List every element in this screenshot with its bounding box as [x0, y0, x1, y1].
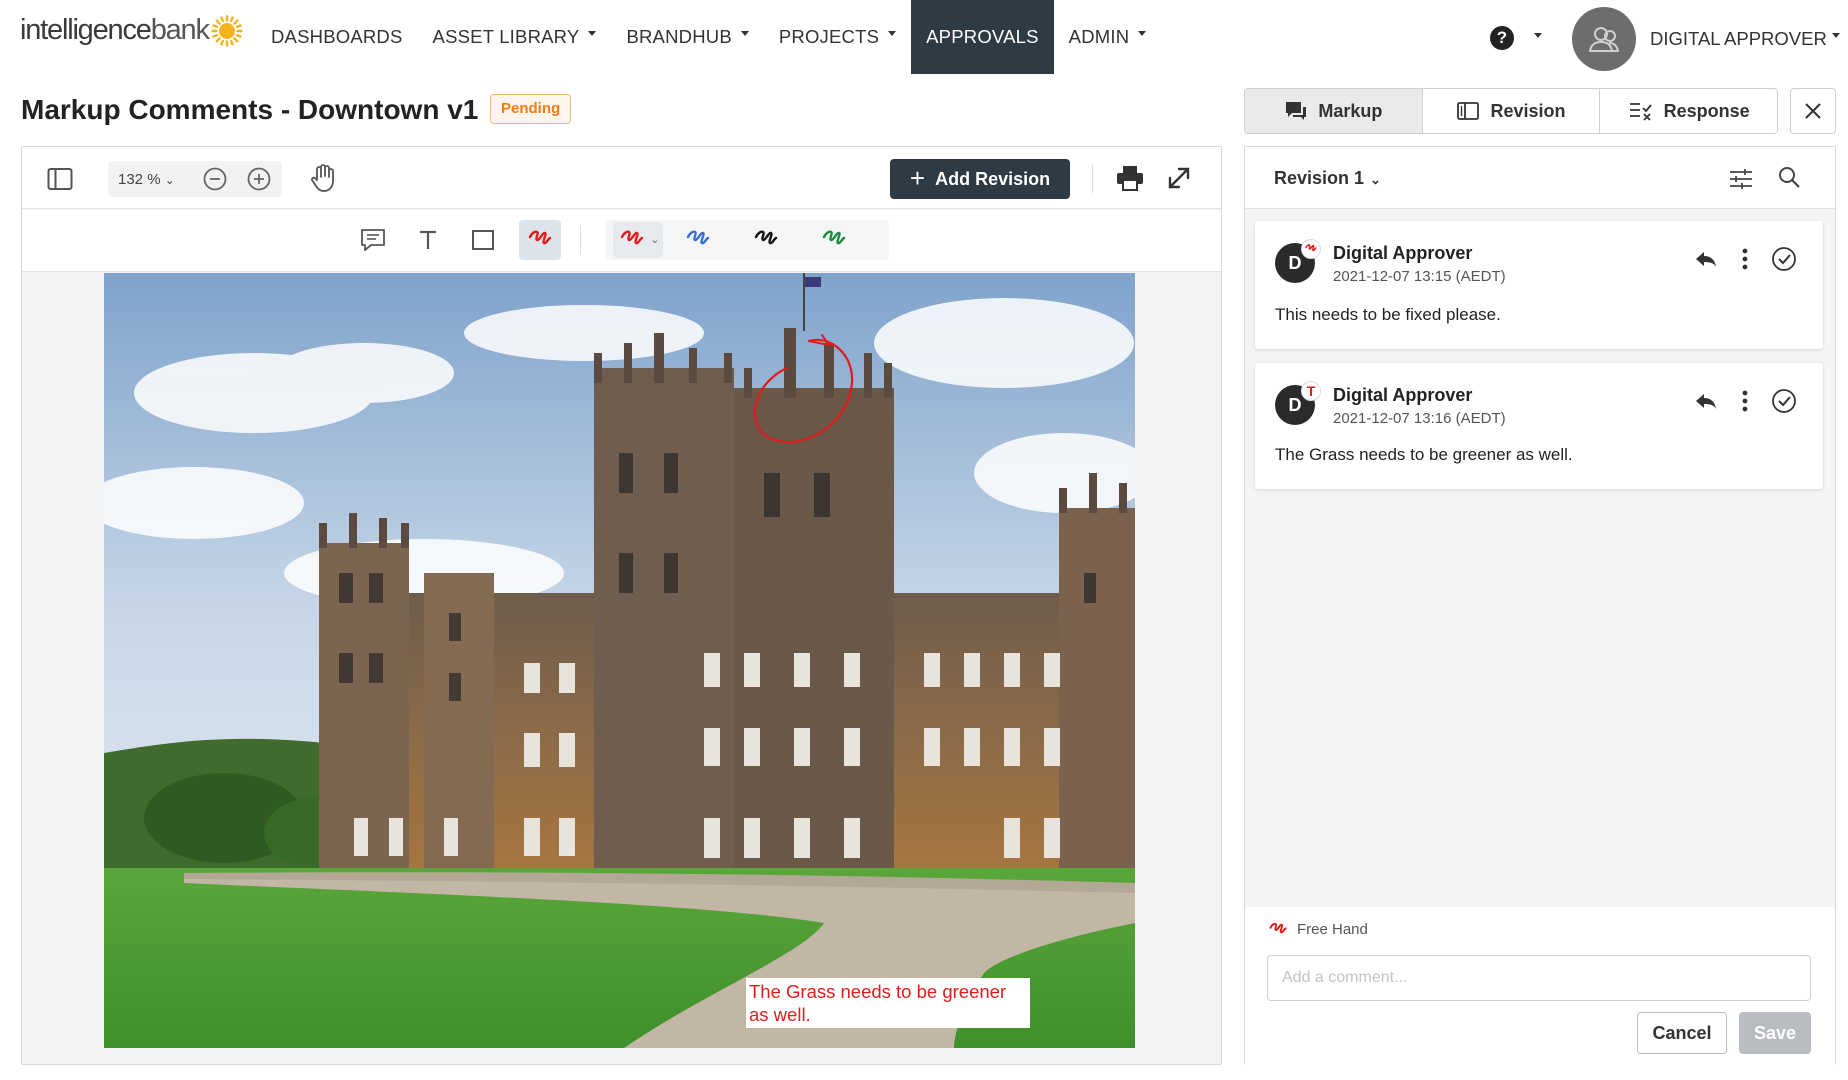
tab-response-label: Response — [1663, 100, 1750, 121]
tab-markup-label: Markup — [1318, 100, 1383, 121]
markup-toolbar: ⌄ — [22, 210, 1221, 272]
nav-admin[interactable]: ADMIN — [1054, 0, 1162, 74]
tab-revision[interactable]: Revision — [1422, 89, 1601, 133]
more-options-icon[interactable] — [1735, 387, 1755, 415]
markup-tool-label: Free Hand — [1297, 921, 1368, 938]
fullscreen-expand-icon[interactable] — [1164, 163, 1194, 193]
checklist-icon — [1629, 103, 1652, 121]
comment-text: The Grass needs to be greener as well. — [1275, 445, 1573, 464]
caret-down-icon — [888, 30, 897, 36]
save-button[interactable]: Save — [1739, 1012, 1811, 1054]
page-title: Markup Comments - Downtown v1 — [21, 94, 479, 125]
viewer-toolbar: 132 % ⌄ + Add Revision — [22, 147, 1221, 209]
filter-sliders-icon[interactable] — [1727, 165, 1755, 193]
toolbar-divider — [1092, 165, 1093, 193]
caret-down-icon — [588, 30, 597, 36]
rectangle-tool-icon[interactable] — [469, 226, 497, 254]
comment-author: Digital Approver — [1333, 385, 1473, 405]
sidebar-toggle-icon[interactable] — [46, 165, 74, 193]
reply-icon[interactable] — [1691, 245, 1721, 273]
search-icon[interactable] — [1775, 163, 1803, 191]
tab-revision-label: Revision — [1490, 100, 1566, 121]
text-badge-icon: T — [1301, 381, 1321, 401]
close-panel-button[interactable] — [1790, 88, 1836, 134]
zoom-in-icon[interactable] — [246, 166, 272, 192]
text-tool-icon[interactable] — [414, 226, 442, 254]
reply-icon[interactable] — [1691, 387, 1721, 415]
pen-red-icon — [618, 226, 646, 254]
help-caret-icon[interactable] — [1534, 33, 1542, 38]
revision-selector[interactable]: Revision 1 ⌄ — [1274, 168, 1381, 189]
user-caret-icon[interactable] — [1832, 33, 1840, 38]
comment-card[interactable]: D Digital Approver 2021-12-07 13:15 (AED… — [1255, 221, 1823, 349]
nav-projects[interactable]: PROJECTS — [764, 0, 911, 74]
more-options-icon[interactable] — [1735, 245, 1755, 273]
freehand-icon — [1267, 919, 1289, 941]
pen-green-icon[interactable] — [820, 226, 848, 254]
nav-approvals[interactable]: APPROVALS — [911, 0, 1054, 74]
tab-markup[interactable]: Markup — [1245, 89, 1423, 133]
comment-input[interactable] — [1267, 955, 1811, 1001]
text-annotation[interactable]: The Grass needs to be greener as well. — [746, 978, 1030, 1028]
comment-timestamp: 2021-12-07 13:15 (AEDT) — [1333, 268, 1506, 285]
user-silhouette-icon — [1588, 27, 1620, 52]
nav-dashboards[interactable]: DASHBOARDS — [256, 0, 418, 74]
intelligencebank-logo[interactable]: intelligencebank — [20, 14, 243, 47]
main-nav: DASHBOARDS ASSET LIBRARY BRANDHUB PROJEC… — [256, 0, 1161, 74]
toolbar-divider — [580, 226, 581, 254]
sun-icon — [211, 14, 243, 47]
markup-panel: Revision 1 ⌄ D Digital Approver 2021-12-0… — [1244, 146, 1836, 1065]
zoom-out-icon[interactable] — [202, 166, 228, 192]
castle-photo-illustration — [104, 273, 1135, 1048]
comment-text: This needs to be fixed please. — [1275, 305, 1501, 324]
resolve-check-icon[interactable] — [1769, 245, 1799, 273]
pen-black-icon[interactable] — [752, 226, 780, 254]
chevron-down-icon[interactable]: ⌄ — [648, 232, 662, 246]
comment-author: Digital Approver — [1333, 243, 1473, 263]
plus-icon: + — [909, 163, 926, 193]
comment-timestamp: 2021-12-07 13:16 (AEDT) — [1333, 410, 1506, 427]
comment-card[interactable]: D T Digital Approver 2021-12-07 13:16 (A… — [1255, 363, 1823, 489]
chevron-down-icon: ⌄ — [1370, 172, 1381, 187]
pan-hand-icon[interactable] — [308, 163, 338, 193]
document-viewer: 132 % ⌄ + Add Revision ⌄ — [21, 146, 1222, 1065]
cancel-button[interactable]: Cancel — [1637, 1012, 1727, 1054]
nav-asset-library[interactable]: ASSET LIBRARY — [418, 0, 612, 74]
comment-tool-icon[interactable] — [358, 226, 388, 254]
resolve-check-icon[interactable] — [1769, 387, 1799, 415]
freehand-badge-icon — [1301, 239, 1321, 259]
panel-header: Revision 1 ⌄ — [1245, 147, 1835, 209]
caret-down-icon — [1138, 30, 1147, 36]
add-revision-label: Add Revision — [935, 168, 1051, 189]
panel-tabs: Markup Revision Response — [1244, 88, 1778, 134]
tab-response[interactable]: Response — [1600, 89, 1777, 133]
pen-blue-icon[interactable] — [684, 226, 712, 254]
comment-composer: Free Hand Cancel Save — [1245, 907, 1835, 1065]
close-icon — [1805, 103, 1821, 119]
chevron-down-icon: ⌄ — [164, 173, 175, 187]
print-icon[interactable] — [1114, 163, 1146, 193]
status-badge: Pending — [490, 94, 572, 124]
user-name[interactable]: DIGITAL APPROVER — [1650, 28, 1827, 50]
nav-brandhub[interactable]: BRANDHUB — [611, 0, 763, 74]
freehand-tool-icon — [526, 226, 554, 254]
chat-icon — [1286, 102, 1307, 120]
add-revision-button[interactable]: + Add Revision — [890, 159, 1070, 199]
caret-down-icon — [740, 30, 749, 36]
user-avatar[interactable] — [1572, 7, 1636, 71]
asset-image-castle[interactable] — [104, 273, 1135, 1048]
document-canvas[interactable] — [22, 273, 1221, 1064]
help-icon[interactable]: ? — [1490, 26, 1514, 50]
top-navbar: intelligencebank DASHBOARDS ASSET LIBRAR… — [0, 0, 1848, 74]
compare-icon — [1457, 102, 1480, 120]
logo-wordmark: intelligencebank — [20, 14, 210, 46]
zoom-level[interactable]: 132 % ⌄ — [118, 171, 175, 188]
